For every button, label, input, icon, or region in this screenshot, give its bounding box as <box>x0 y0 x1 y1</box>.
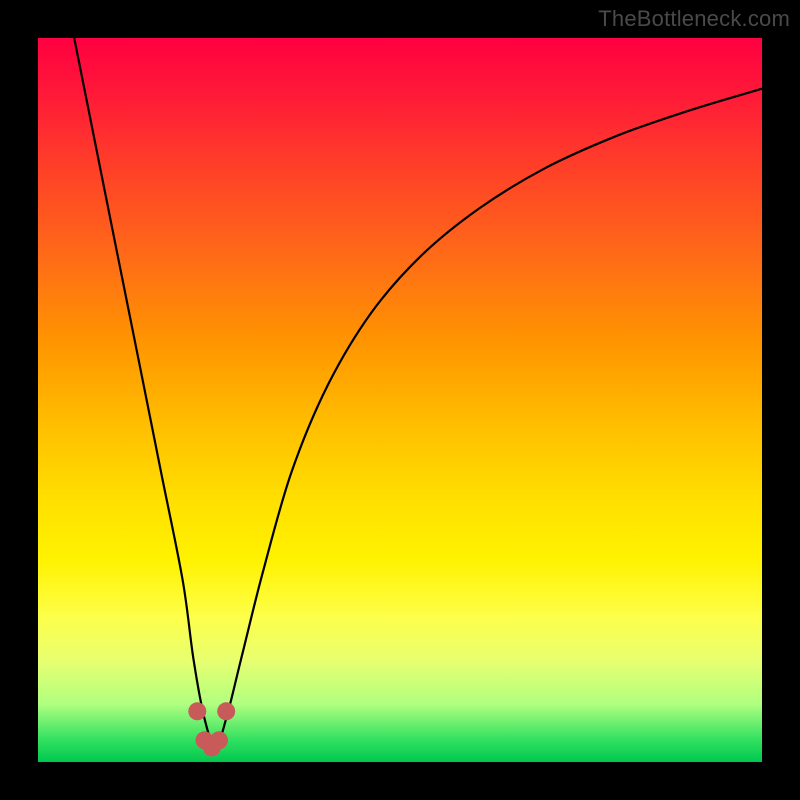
trough-marker <box>217 702 235 720</box>
trough-markers <box>188 702 235 756</box>
plot-area <box>38 38 762 762</box>
watermark-text: TheBottleneck.com <box>598 6 790 32</box>
trough-marker <box>210 731 228 749</box>
outer-frame: TheBottleneck.com <box>0 0 800 800</box>
chart-svg <box>38 38 762 762</box>
bottleneck-curve <box>74 38 762 748</box>
trough-marker <box>188 702 206 720</box>
